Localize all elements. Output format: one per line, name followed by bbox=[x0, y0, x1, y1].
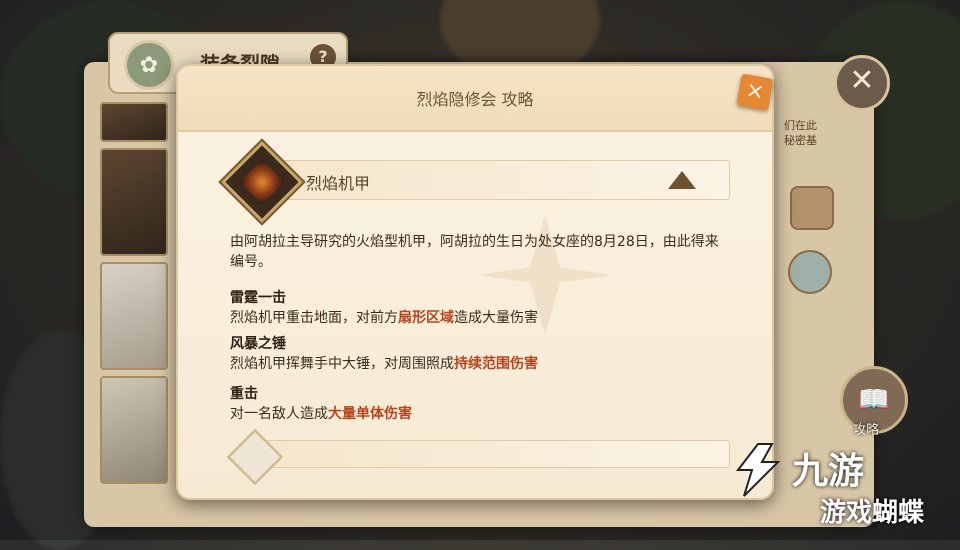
clover-emblem-icon: ✿ bbox=[124, 40, 174, 90]
item-description: 由阿胡拉主导研究的火焰型机甲，阿胡拉的生日为处女座的8月28日，由此得来编号。 bbox=[230, 234, 719, 270]
dialog-header: 烈焰隐修会 攻略 bbox=[178, 66, 772, 132]
guide-button-label: 攻略 bbox=[853, 423, 880, 438]
stage-card[interactable] bbox=[100, 102, 168, 142]
flame-mech-portrait bbox=[239, 159, 285, 205]
skill-text: 对一名敌人造成大量单体伤害 bbox=[230, 406, 412, 422]
skill-name: 风暴之锤 bbox=[230, 336, 286, 352]
site-watermark-logo: 九游 游戏蝴蝶 bbox=[728, 440, 960, 540]
flame-mech-icon bbox=[221, 141, 303, 223]
dialog-close-button[interactable]: × bbox=[736, 73, 774, 111]
crystal-slot-icon[interactable] bbox=[788, 250, 832, 294]
dialog-title: 烈焰隐修会 攻略 bbox=[416, 90, 534, 109]
skill-name: 重击 bbox=[230, 386, 258, 402]
skill-name: 雷霆一击 bbox=[230, 290, 286, 306]
watermark-line2: 游戏蝴蝶 bbox=[820, 498, 925, 528]
skill-text: 烈焰机甲挥舞手中大锤，对周围照成持续范围伤害 bbox=[230, 356, 538, 372]
skill-entry: 雷霆一击 烈焰机甲重击地面，对前方扇形区域造成大量伤害 bbox=[230, 288, 730, 328]
stage-card-list bbox=[96, 96, 168, 516]
stage-card[interactable] bbox=[100, 262, 168, 370]
reward-slot[interactable] bbox=[790, 186, 834, 230]
skill-entry: 重击 对一名敌人造成大量单体伤害 bbox=[230, 384, 730, 424]
item-name: 烈焰机甲 bbox=[306, 174, 371, 193]
stage-card[interactable] bbox=[100, 148, 168, 256]
panel-side-text: 们在此 秘密基 bbox=[784, 119, 817, 147]
watermark-line1: 九游 bbox=[792, 451, 865, 492]
skill-text: 烈焰机甲重击地面，对前方扇形区域造成大量伤害 bbox=[230, 310, 538, 326]
stage-card[interactable] bbox=[100, 376, 168, 484]
item-header-row[interactable]: 烈焰机甲 bbox=[218, 141, 730, 223]
panel-close-button[interactable]: ✕ bbox=[834, 55, 890, 111]
book-icon: 📖 bbox=[857, 385, 891, 415]
next-item-row[interactable] bbox=[218, 428, 730, 486]
collapse-arrow-icon[interactable] bbox=[668, 171, 696, 189]
next-item-bar bbox=[258, 440, 730, 468]
nine-game-logo-icon bbox=[735, 443, 781, 497]
skill-entry: 风暴之锤 烈焰机甲挥舞手中大锤，对周围照成持续范围伤害 bbox=[230, 334, 730, 374]
